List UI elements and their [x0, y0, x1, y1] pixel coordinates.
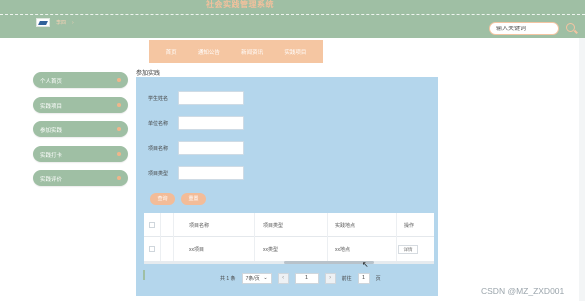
mouse-cursor-icon: ↖ — [362, 260, 369, 269]
nav-item-home[interactable]: 首页 — [166, 48, 177, 56]
scrollbar-thumb[interactable] — [284, 261, 374, 264]
sidebar-item-label: 个人首页 — [40, 79, 63, 85]
sidebar-item-personal-home[interactable]: 个人首页 — [33, 72, 128, 88]
nav-item-projects[interactable]: 实践项目 — [284, 48, 306, 56]
search-input[interactable] — [496, 25, 556, 32]
goto-page-input[interactable]: 1 — [357, 272, 370, 284]
column-header: 项目类型 — [263, 223, 284, 229]
page-title: 参加实践 — [136, 71, 161, 77]
avatar[interactable] — [36, 18, 50, 27]
page-size-select[interactable]: 7条/页 ⌄ — [241, 272, 272, 284]
accent-marker — [143, 270, 145, 280]
sidebar-item-join-practice[interactable]: 参加实践 — [33, 121, 128, 137]
goto-label: 前往 — [341, 275, 352, 282]
form-label: 项目名称 — [148, 145, 169, 152]
unit-name-field[interactable] — [178, 116, 244, 130]
page: 社会实践管理系统 李四 › 首页 通知公告 新闻资讯 实践项目 个人首页 实践项… — [0, 0, 585, 301]
form-row-unit-name: 单位名称 — [148, 116, 244, 130]
project-name-field[interactable] — [178, 141, 244, 155]
next-page-button[interactable]: › — [324, 272, 336, 284]
dot-icon — [117, 102, 121, 107]
user-name[interactable]: 李四 — [56, 19, 66, 26]
sidebar-item-check-in[interactable]: 实践打卡 — [33, 145, 128, 162]
page-size-value: 7条/页 — [245, 275, 260, 282]
column-header: 项目名称 — [189, 223, 210, 229]
sidebar-item-evaluation[interactable]: 实践评价 — [33, 170, 128, 186]
sidebar: 个人首页 实践项目 参加实践 实践打卡 实践评价 — [33, 72, 128, 195]
chevron-icon[interactable]: › — [72, 20, 74, 26]
form-row-project-type: 项目类型 — [148, 166, 244, 180]
site-title: 社会实践管理系统 — [206, 0, 274, 9]
search-button[interactable]: 查询 — [150, 193, 175, 205]
prev-page-button[interactable]: ‹ — [277, 272, 289, 284]
project-type-field[interactable] — [178, 166, 244, 180]
sidebar-item-label: 参加实践 — [40, 128, 63, 134]
form-label: 单位名称 — [148, 120, 169, 127]
watermark: CSDN @MZ_ZXD001 — [481, 286, 565, 296]
cell-project-type: xx类型 — [263, 247, 279, 253]
data-table: 项目名称 项目类型 实践地点 操作 xx项目 xx类型 xx地点 详情 — [144, 213, 434, 263]
nav-item-news[interactable]: 新闻资讯 — [241, 48, 263, 56]
top-nav: 首页 通知公告 新闻资讯 实践项目 — [149, 40, 323, 63]
header: 社会实践管理系统 李四 › — [0, 0, 585, 38]
cell-place: xx地点 — [335, 247, 351, 253]
sidebar-item-label: 实践项目 — [40, 103, 63, 110]
page-suffix: 页 — [375, 275, 381, 282]
reset-button[interactable]: 重置 — [181, 193, 206, 205]
table-header: 项目名称 项目类型 实践地点 操作 — [144, 213, 434, 237]
header-divider — [0, 14, 585, 15]
content-panel: 学生姓名 单位名称 项目名称 项目类型 查询 重置 项目名称 项目类型 实践地点… — [136, 77, 438, 296]
detail-button[interactable]: 详情 — [398, 245, 418, 254]
table-row[interactable]: xx项目 xx类型 xx地点 详情 — [144, 237, 434, 261]
search-box[interactable] — [489, 22, 559, 35]
dot-icon — [117, 78, 121, 82]
row-checkbox[interactable] — [149, 246, 155, 252]
sidebar-item-projects[interactable]: 实践项目 — [33, 96, 128, 113]
dot-icon — [117, 127, 121, 131]
sidebar-item-label: 实践评价 — [40, 177, 63, 183]
column-header: 实践地点 — [335, 223, 356, 229]
form-label: 学生姓名 — [148, 95, 169, 102]
page-scrollbar[interactable] — [579, 38, 585, 301]
search-icon[interactable] — [566, 23, 575, 32]
cell-project-name: xx项目 — [189, 247, 205, 253]
pagination: 共 1 条 7条/页 ⌄ ‹ 1 › 前往 1 页 — [220, 272, 381, 284]
horizontal-scrollbar[interactable] — [144, 261, 434, 264]
dot-icon — [117, 151, 121, 156]
select-all-checkbox[interactable] — [149, 222, 155, 228]
chevron-down-icon: ⌄ — [263, 275, 268, 281]
sidebar-item-label: 实践打卡 — [40, 152, 63, 159]
student-name-field[interactable] — [178, 91, 244, 105]
form-row-project-name: 项目名称 — [148, 141, 244, 155]
user-area[interactable]: 李四 › — [36, 18, 74, 27]
dot-icon — [117, 176, 121, 180]
form-label: 项目类型 — [148, 170, 169, 177]
nav-item-notices[interactable]: 通知公告 — [198, 48, 220, 56]
form-row-student-name: 学生姓名 — [148, 91, 244, 105]
current-page[interactable]: 1 — [294, 272, 319, 284]
column-header: 操作 — [404, 223, 415, 229]
total-count: 共 1 条 — [220, 275, 236, 282]
